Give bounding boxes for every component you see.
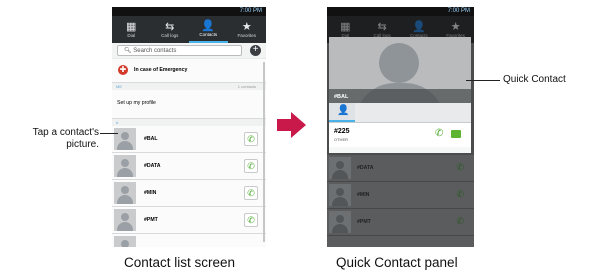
- search-input[interactable]: 🔍︎ Search contacts: [117, 45, 242, 56]
- call-icon[interactable]: ✆: [244, 132, 258, 146]
- tab-contacts[interactable]: 👤 Contacts: [189, 16, 228, 43]
- message-icon[interactable]: [451, 130, 461, 138]
- contact-row[interactable]: #PMT ✆: [112, 207, 266, 234]
- caption-right: Quick Contact panel: [336, 255, 458, 270]
- status-bar: 7:00 PM: [112, 7, 266, 16]
- contact-name: #DATA: [357, 165, 374, 171]
- status-bar: 7:00 PM: [327, 7, 474, 16]
- quick-contact-annotation: Quick Contact: [503, 74, 566, 85]
- favorites-icon: ★: [241, 21, 252, 33]
- avatar[interactable]: [114, 209, 136, 231]
- tab-favorites[interactable]: ★ Favorites: [228, 16, 267, 43]
- search-placeholder: Search contacts: [133, 48, 177, 54]
- add-contact-button[interactable]: +: [250, 45, 261, 56]
- me-header-label: ME: [116, 84, 122, 89]
- dimmed-row: #DATA ✆: [327, 155, 474, 182]
- avatar[interactable]: [114, 182, 136, 204]
- contact-list-screen: 7:00 PM ▦ Dial ⇆ Call logs 👤 Contacts ★ Favo…: [112, 7, 266, 247]
- call-logs-icon: ⇆: [165, 21, 175, 33]
- contact-row[interactable]: #MIN ✆: [112, 180, 266, 207]
- name-overlay: [329, 89, 471, 103]
- tap-picture-annotation: Tap a contact's picture.: [4, 127, 99, 151]
- contact-name: #BAL: [144, 136, 158, 142]
- emergency-icon: ✚: [118, 65, 128, 75]
- status-time: 7:00 PM: [239, 8, 262, 14]
- call-icon: ✆: [456, 189, 464, 199]
- contact-name: #MIN: [144, 190, 157, 196]
- avatar: [329, 157, 351, 179]
- quick-contact-panel: #BAL 👤 #225 OTHER ✆: [329, 37, 471, 153]
- tab-label: Contacts: [199, 32, 218, 37]
- dimmed-contact-list: #DATA ✆ #MIN ✆ #PMT ✆: [327, 155, 474, 247]
- contact-name: #MIN: [357, 192, 370, 198]
- tab-label: Call logs: [161, 33, 179, 38]
- me-count: 1 contacts: [237, 84, 256, 89]
- scrollbar[interactable]: [263, 62, 265, 242]
- caption-left: Contact list screen: [124, 255, 236, 270]
- phone-number: #225: [334, 128, 350, 135]
- number-type: OTHER: [334, 137, 348, 142]
- avatar: [329, 184, 351, 206]
- profile-label: Set up my profile: [117, 100, 156, 106]
- emergency-row[interactable]: ✚ In case of Emergency: [112, 59, 266, 83]
- tap-picture-line1: Tap a contact's: [32, 127, 99, 138]
- action-tab-row: 👤: [329, 103, 471, 123]
- contact-photo[interactable]: #BAL: [329, 37, 471, 103]
- tab-bar: ▦ Dial ⇆ Call logs 👤 Contacts ★ Favorites: [112, 16, 266, 43]
- section-letter: #: [116, 120, 119, 125]
- status-time: 7:00 PM: [447, 8, 470, 14]
- call-icon: ✆: [456, 162, 464, 172]
- search-icon: 🔍︎: [124, 48, 132, 54]
- avatar: [329, 211, 351, 233]
- contact-name: #PMT: [144, 217, 158, 223]
- contacts-icon: 👤: [201, 20, 216, 32]
- contact-name-overlay: #BAL: [334, 94, 349, 100]
- tab-label: Dial: [127, 33, 136, 38]
- tab-label: Favorites: [237, 33, 256, 38]
- dial-icon: ▦: [126, 21, 137, 33]
- emergency-label: In case of Emergency: [134, 67, 188, 73]
- favorites-icon: ★: [450, 21, 461, 33]
- quick-contact-screen: 7:00 PM ▦ Dial ⇆ Call logs 👤 Contacts ★ Favo…: [327, 7, 474, 247]
- contact-row-partial[interactable]: [112, 234, 266, 247]
- profile-row[interactable]: Set up my profile: [112, 90, 266, 119]
- tab-call-logs[interactable]: ⇆ Call logs: [151, 16, 190, 43]
- contact-row[interactable]: #DATA ✆: [112, 153, 266, 180]
- section-header: #: [112, 119, 266, 126]
- avatar[interactable]: [114, 155, 136, 177]
- call-icon[interactable]: ✆: [244, 213, 258, 227]
- quick-contact-leader-line: [466, 80, 500, 81]
- call-icon[interactable]: ✆: [435, 128, 443, 139]
- me-header: ME 1 contacts: [112, 83, 266, 90]
- number-row[interactable]: #225 OTHER ✆: [329, 123, 471, 147]
- photo-head: [379, 43, 419, 83]
- avatar[interactable]: [114, 128, 136, 150]
- arrow-right-icon: [277, 112, 306, 138]
- tap-picture-line2: picture.: [66, 139, 99, 150]
- contact-name: #DATA: [144, 163, 161, 169]
- call-icon[interactable]: ✆: [244, 159, 258, 173]
- call-icon: ✆: [456, 216, 464, 226]
- call-icon[interactable]: ✆: [244, 186, 258, 200]
- avatar[interactable]: [114, 236, 136, 247]
- tab-contact-info[interactable]: 👤: [329, 103, 355, 122]
- dial-icon: ▦: [340, 21, 351, 33]
- person-icon: 👤: [337, 105, 350, 116]
- call-logs-icon: ⇆: [377, 21, 387, 33]
- tab-dial[interactable]: ▦ Dial: [112, 16, 151, 43]
- search-row: 🔍︎ Search contacts +: [112, 43, 266, 58]
- tap-picture-leader-line: [100, 133, 118, 134]
- contact-row[interactable]: #BAL ✆: [112, 126, 266, 153]
- contacts-icon: 👤: [412, 21, 426, 33]
- contact-name: #PMT: [357, 219, 371, 225]
- dimmed-row: #PMT ✆: [327, 209, 474, 236]
- dimmed-row: #MIN ✆: [327, 182, 474, 209]
